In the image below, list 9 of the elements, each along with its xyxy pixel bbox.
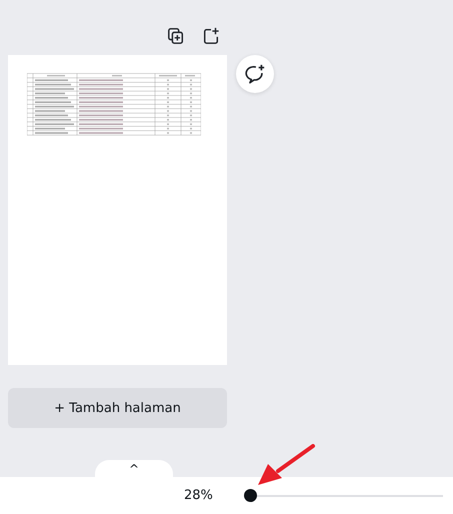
zoom-reading: 28% [184, 488, 214, 503]
comment-plus-icon [244, 63, 266, 85]
pages-toggle-tab[interactable]: ^ [95, 460, 173, 478]
annotation-arrow [256, 444, 316, 486]
add-page-icon[interactable] [202, 27, 220, 45]
add-page-button[interactable]: + Tambah halaman [8, 388, 227, 428]
duplicate-page-icon[interactable] [167, 27, 185, 45]
add-comment-button[interactable] [236, 55, 274, 93]
slider-thumb[interactable] [244, 489, 257, 502]
